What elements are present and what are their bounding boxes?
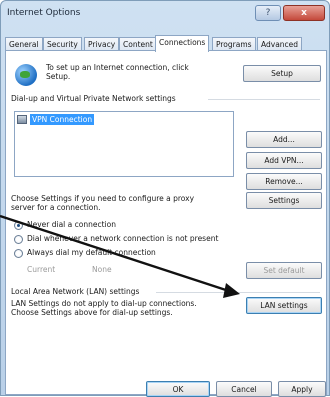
apply-button[interactable]: Apply (278, 381, 326, 397)
connections-panel: To set up an Internet connection, click … (5, 50, 327, 395)
group-divider (156, 292, 320, 293)
cancel-button[interactable]: Cancel (216, 381, 272, 397)
lan-settings-button[interactable]: LAN settings (246, 297, 322, 314)
window-title: Internet Options (7, 8, 81, 18)
list-item[interactable]: VPN Connection (17, 114, 95, 125)
setup-text-line2: Setup. (46, 72, 71, 81)
settings-button[interactable]: Settings (246, 192, 322, 209)
tab-security[interactable]: Security (43, 37, 82, 51)
tab-strip: General Security Privacy Content Connect… (5, 31, 329, 52)
current-label: Current (27, 265, 56, 274)
tab-content[interactable]: Content (119, 37, 157, 51)
internet-options-window: Internet Options ? x General Security Pr… (0, 0, 330, 397)
tab-privacy[interactable]: Privacy (84, 37, 120, 51)
list-item-label: VPN Connection (30, 114, 95, 125)
lan-group-label: Local Area Network (LAN) settings (11, 287, 140, 296)
set-default-button[interactable]: Set default (246, 262, 322, 279)
tab-advanced[interactable]: Advanced (257, 37, 303, 51)
add-vpn-button[interactable]: Add VPN... (246, 152, 322, 169)
tab-programs[interactable]: Programs (212, 37, 256, 51)
help-button[interactable]: ? (255, 5, 281, 21)
radio-always-dial-label[interactable]: Always dial my default connection (27, 248, 156, 258)
lan-text-line2: Choose Settings above for dial-up settin… (11, 308, 173, 317)
title-bar[interactable]: Internet Options ? x (1, 1, 329, 27)
proxy-text-line2: server for a connection. (11, 203, 101, 212)
current-value: None (92, 265, 112, 274)
remove-button[interactable]: Remove... (246, 173, 322, 190)
radio-never-dial[interactable] (14, 221, 23, 230)
globe-network-icon (15, 64, 37, 86)
setup-button[interactable]: Setup (243, 65, 321, 82)
ok-button[interactable]: OK (146, 381, 210, 397)
radio-never-dial-label[interactable]: Never dial a connection (27, 220, 116, 230)
tab-connections[interactable]: Connections (155, 35, 210, 52)
tab-general[interactable]: General (5, 37, 43, 51)
radio-dial-whenever[interactable] (14, 235, 23, 244)
connection-list[interactable]: VPN Connection (14, 111, 234, 177)
close-button[interactable]: x (283, 5, 325, 21)
vpn-connection-icon (17, 115, 27, 124)
group-divider (208, 99, 320, 100)
dialup-group-label: Dial-up and Virtual Private Network sett… (11, 94, 176, 103)
radio-dial-whenever-label[interactable]: Dial whenever a network connection is no… (27, 234, 218, 244)
radio-always-dial[interactable] (14, 249, 23, 258)
add-button[interactable]: Add... (246, 131, 322, 148)
